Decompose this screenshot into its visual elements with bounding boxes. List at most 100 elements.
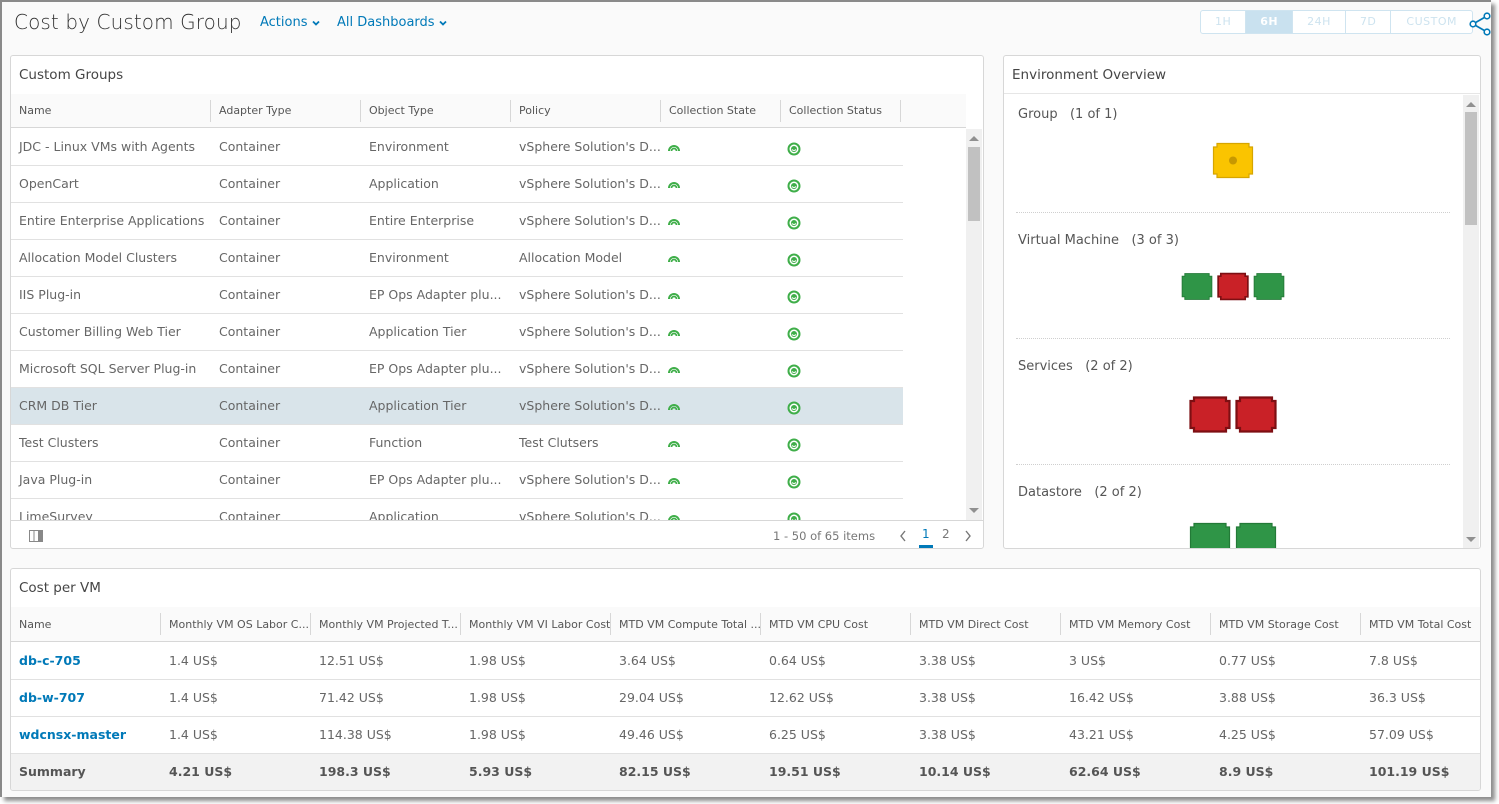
cost-cell: 7.8 US$	[1369, 653, 1418, 668]
actions-menu[interactable]: Actions	[260, 15, 320, 30]
column-header[interactable]: Monthly VM Projected T...	[311, 607, 461, 642]
green-health-badge-icon[interactable]	[1235, 522, 1277, 549]
actions-label: Actions	[260, 15, 308, 30]
cell-object-type: EP Ops Adapter plu...	[369, 361, 502, 376]
cell-object-type: Application	[369, 509, 439, 520]
column-header-object-type[interactable]: Object Type	[361, 94, 511, 128]
cost-cell: 4.21 US$	[169, 764, 233, 779]
health-badges	[1016, 396, 1450, 433]
column-header-collection-state[interactable]: Collection State	[661, 94, 781, 128]
table-row[interactable]: db-w-707 1.4 US$ 71.42 US$ 1.98 US$ 29.04 US…	[11, 680, 1480, 717]
cell-name: Allocation Model Clusters	[19, 250, 177, 265]
page-2-button[interactable]: 2	[942, 527, 950, 541]
vm-name-link[interactable]: db-w-707	[11, 680, 85, 717]
time-range-6h[interactable]: 6H	[1246, 11, 1294, 33]
column-header-name[interactable]: Name	[11, 94, 211, 128]
column-header[interactable]: Monthly VM OS Labor C...	[161, 607, 311, 642]
chevron-down-icon	[438, 20, 447, 26]
section-divider	[1016, 464, 1450, 465]
table-row[interactable]: Microsoft SQL Server Plug-in Container EP …	[11, 351, 903, 388]
cell-object-type: Environment	[369, 139, 449, 154]
scroll-down-icon[interactable]	[1466, 537, 1476, 542]
cell-adapter-type: Container	[219, 472, 281, 487]
table-row[interactable]: IIS Plug-in Container EP Ops Adapter plu..…	[11, 277, 903, 314]
cell-policy: vSphere Solution's D...	[519, 324, 661, 339]
prev-page-icon[interactable]	[899, 530, 907, 542]
custom-groups-panel: Custom Groups Name Adapter Type Object T…	[10, 55, 984, 549]
cell-adapter-type: Container	[219, 324, 281, 339]
cell-adapter-type: Container	[219, 398, 281, 413]
overview-section-group: Group (1 of 1)	[1016, 94, 1450, 220]
cell-name: Test Clusters	[19, 435, 99, 450]
collection-status-ok-icon	[787, 364, 801, 378]
column-header[interactable]: MTD VM Compute Total ...	[611, 607, 761, 642]
column-toggle-icon[interactable]	[29, 530, 43, 542]
vm-name-link[interactable]: wdcnsx-master	[11, 717, 126, 754]
table-row[interactable]: Entire Enterprise Applications Container E…	[11, 203, 903, 240]
section-count: (1 of 1)	[1069, 107, 1118, 122]
collection-status-ok-icon	[787, 401, 801, 415]
share-icon[interactable]	[1468, 12, 1491, 36]
cell-name: LimeSurvey	[19, 509, 93, 520]
column-header[interactable]: MTD VM Storage Cost	[1211, 607, 1361, 642]
red-health-badge-icon[interactable]	[1217, 272, 1249, 301]
table-row[interactable]: OpenCart Container Application vSphere Solu…	[11, 166, 903, 203]
scrollbar-thumb[interactable]	[1465, 112, 1477, 225]
column-header[interactable]: MTD VM Memory Cost	[1061, 607, 1211, 642]
custom-groups-table-body: JDC - Linux VMs with Agents Container Envi…	[11, 129, 966, 520]
green-health-badge-icon[interactable]	[1253, 272, 1285, 301]
scroll-up-icon[interactable]	[1466, 102, 1476, 107]
table-row[interactable]: Java Plug-in Container EP Ops Adapter plu.…	[11, 462, 903, 499]
cost-cell: 57.09 US$	[1369, 727, 1434, 742]
section-count: (2 of 2)	[1094, 485, 1142, 500]
table-row[interactable]: JDC - Linux VMs with Agents Container Envi…	[11, 129, 903, 166]
all-dashboards-menu[interactable]: All Dashboards	[337, 15, 447, 30]
cost-cell: 198.3 US$	[319, 764, 391, 779]
current-page-indicator	[919, 545, 933, 548]
column-header[interactable]: MTD VM Direct Cost	[911, 607, 1061, 642]
custom-groups-scrollbar[interactable]	[966, 129, 982, 520]
cell-name: CRM DB Tier	[19, 398, 97, 413]
collection-status-ok-icon	[787, 512, 801, 520]
time-range-custom[interactable]: CUSTOM	[1391, 11, 1472, 33]
cell-adapter-type: Container	[219, 287, 281, 302]
column-header-adapter-type[interactable]: Adapter Type	[211, 94, 361, 128]
column-header[interactable]: Monthly VM VI Labor Cost	[461, 607, 611, 642]
page-1-button[interactable]: 1	[922, 527, 930, 541]
column-header[interactable]: MTD VM CPU Cost	[761, 607, 911, 642]
scroll-down-icon[interactable]	[969, 508, 979, 513]
environment-scrollbar[interactable]	[1463, 95, 1479, 548]
scrollbar-thumb[interactable]	[968, 147, 980, 221]
green-health-badge-icon[interactable]	[1181, 272, 1213, 301]
cost-cell: 82.15 US$	[619, 764, 691, 779]
cost-cell: 3.38 US$	[919, 727, 976, 742]
cost-cell: 4.25 US$	[1219, 727, 1276, 742]
vm-name-link[interactable]: db-c-705	[11, 643, 81, 680]
time-range-24h[interactable]: 24H	[1293, 11, 1346, 33]
next-page-icon[interactable]	[964, 530, 972, 542]
column-header[interactable]: Name	[11, 607, 161, 642]
column-header[interactable]: MTD VM Total Cost	[1361, 607, 1480, 642]
cost-cell: 16.42 US$	[1069, 690, 1134, 705]
table-row[interactable]: LimeSurvey Container Application vSphere So…	[11, 499, 903, 520]
yellow-health-badge-icon[interactable]	[1212, 142, 1254, 179]
red-health-badge-icon[interactable]	[1189, 396, 1231, 433]
green-health-badge-icon[interactable]	[1189, 522, 1231, 549]
table-row[interactable]: Customer Billing Web Tier Container Applic…	[11, 314, 903, 351]
table-row[interactable]: Test Clusters Container Function Test Cluts…	[11, 425, 903, 462]
table-row[interactable]: Allocation Model Clusters Container Enviro…	[11, 240, 903, 277]
table-row[interactable]: db-c-705 1.4 US$ 12.51 US$ 1.98 US$ 3.64 US$…	[11, 643, 1480, 680]
collection-status-ok-icon	[787, 179, 801, 193]
table-row[interactable]: CRM DB Tier Container Application Tier vSph…	[11, 388, 903, 425]
table-row[interactable]: wdcnsx-master 1.4 US$ 114.38 US$ 1.98 US$ 49…	[11, 717, 1480, 754]
section-divider	[1016, 338, 1450, 339]
time-range-1h[interactable]: 1H	[1201, 11, 1247, 33]
scroll-up-icon[interactable]	[969, 136, 979, 141]
column-header-policy[interactable]: Policy	[511, 94, 661, 128]
collection-status-ok-icon	[787, 475, 801, 489]
column-header-collection-status[interactable]: Collection Status	[781, 94, 901, 128]
time-range-7d[interactable]: 7D	[1346, 11, 1392, 33]
cell-adapter-type: Container	[219, 139, 281, 154]
red-health-badge-icon[interactable]	[1235, 396, 1277, 433]
cell-object-type: Application Tier	[369, 398, 467, 413]
